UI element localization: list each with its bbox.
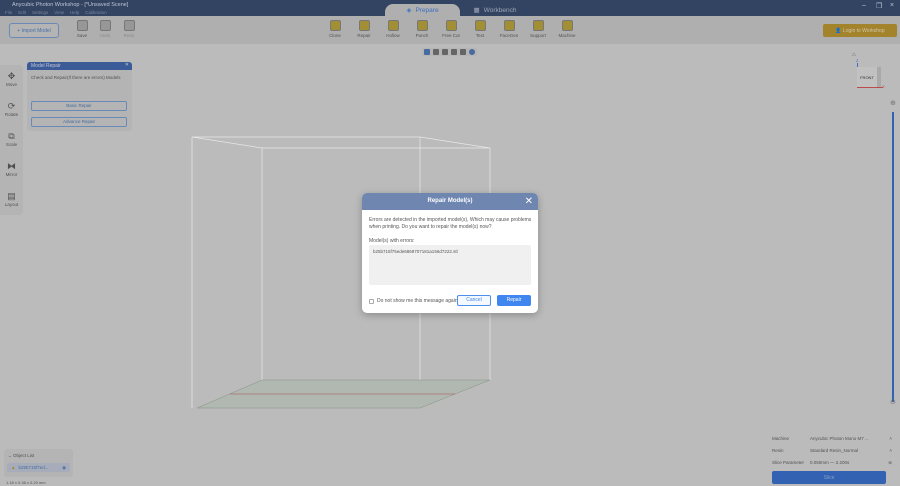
dialog-title: Repair Model(s): [427, 198, 473, 204]
cancel-button[interactable]: Cancel: [457, 295, 491, 306]
dont-show-checkbox[interactable]: Do not show me this message again: [369, 298, 458, 304]
repair-models-dialog: Repair Model(s) ✕ Errors are detected in …: [362, 193, 538, 313]
error-file-item: b25b715f75ede6869707181a156d7222.stl: [373, 249, 458, 254]
dialog-message: Errors are detected in the imported mode…: [369, 217, 532, 230]
checkbox-icon[interactable]: [369, 298, 374, 304]
checkbox-label: Do not show me this message again: [377, 298, 458, 304]
error-file-list: b25b715f75ede6869707181a156d7222.stl: [369, 245, 531, 285]
error-list-label: Model(s) with errors:: [369, 238, 415, 244]
close-icon[interactable]: ✕: [525, 193, 533, 210]
repair-button[interactable]: Repair: [497, 295, 531, 306]
